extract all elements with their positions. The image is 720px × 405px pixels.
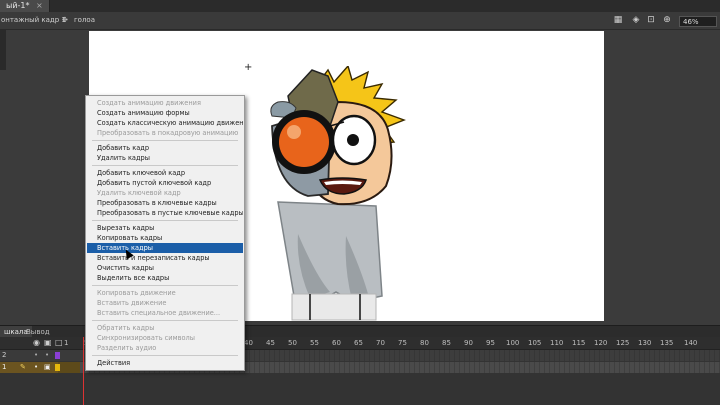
ruler-tick: 125 <box>616 339 630 347</box>
menu-item: Создать анимацию движения <box>97 99 201 107</box>
lock-icon[interactable]: ▣ <box>44 362 51 373</box>
menu-separator <box>92 140 238 141</box>
ruler-tick: 60 <box>332 339 341 347</box>
context-menu: Создать анимацию движения Создать анимац… <box>85 95 245 371</box>
menu-item[interactable]: Добавить ключевой кадр <box>87 168 243 178</box>
scene-breadcrumb[interactable]: онтажный кадр 1 <box>1 14 66 27</box>
ruler-tick: 55 <box>310 339 319 347</box>
dot-icon: • <box>45 351 50 359</box>
eye-icon[interactable]: ◉ <box>33 338 40 347</box>
menu-separator <box>92 285 238 286</box>
menu-item: Синхронизировать символы <box>97 334 195 342</box>
symbol-breadcrumb[interactable]: голоа <box>74 14 95 27</box>
menu-item-paste-frames[interactable]: Вставить кадры <box>87 243 243 253</box>
menu-item[interactable]: Добавить кадр <box>87 143 243 153</box>
symbol-icon: ✤ <box>62 16 68 24</box>
menu-item: Вставить движение <box>97 299 167 307</box>
layer-label[interactable]: 1 ✎ • ▣ <box>0 362 60 373</box>
character-illustration[interactable] <box>258 66 418 322</box>
tools-strip <box>0 30 6 70</box>
ruler-tick: 130 <box>638 339 652 347</box>
menu-item[interactable]: Создать анимацию формы <box>87 108 243 118</box>
menu-item[interactable]: Вставить и перезаписать кадры <box>87 253 243 263</box>
menu-separator <box>92 320 238 321</box>
ruler-tick: 100 <box>506 339 520 347</box>
document-tab[interactable]: ый-1* × <box>0 0 50 12</box>
menu-item[interactable]: Очистить кадры <box>87 263 243 273</box>
menu-item: Удалить ключевой кадр <box>97 189 181 197</box>
menu-item[interactable]: Удалить кадры <box>87 153 243 163</box>
center-stage-icon[interactable]: ⊕ <box>661 14 673 26</box>
menu-separator <box>92 165 238 166</box>
menu-item: Копировать движение <box>97 289 176 297</box>
layer-number: 1 <box>2 363 7 371</box>
ruler-tick: 75 <box>398 339 407 347</box>
menu-separator <box>92 220 238 221</box>
menu-item[interactable]: Преобразовать в пустые ключевые кадры <box>87 208 243 218</box>
layer-number: 2 <box>2 351 7 359</box>
ruler-tick: 1 <box>64 339 69 347</box>
dot-icon: • <box>34 351 39 359</box>
edit-scene-icon[interactable]: ▦ <box>612 14 624 26</box>
ruler-tick: 115 <box>572 339 586 347</box>
character-legs <box>291 293 377 321</box>
lock-icon[interactable]: ▣ <box>44 338 52 347</box>
registration-cross-icon: + <box>244 62 253 73</box>
layer-color-swatch[interactable] <box>55 352 60 359</box>
ruler-tick: 140 <box>684 339 698 347</box>
layer-color-swatch[interactable] <box>55 364 60 371</box>
edit-symbol-icon[interactable]: ◈ <box>630 14 642 26</box>
ruler-tick: 50 <box>288 339 297 347</box>
ruler-tick: 65 <box>354 339 363 347</box>
outline-icon[interactable]: □ <box>55 338 63 347</box>
menu-item: Разделить аудио <box>97 344 157 352</box>
pencil-icon: ✎ <box>20 363 26 371</box>
ruler-tick: 45 <box>266 339 275 347</box>
menu-item: Обратить кадры <box>97 324 155 332</box>
menu-item: Вставить специальное движение... <box>97 309 221 317</box>
ruler-tick: 40 <box>244 339 253 347</box>
ruler-tick: 80 <box>420 339 429 347</box>
zoom-field[interactable]: 46% <box>679 16 717 27</box>
menu-item: Преобразовать в покадровую анимацию <box>97 129 239 137</box>
character-cloak <box>277 201 383 303</box>
playhead[interactable] <box>83 337 84 405</box>
menu-item[interactable]: Вырезать кадры <box>87 223 243 233</box>
menu-item-actions[interactable]: Действия <box>87 358 243 368</box>
ruler-tick: 120 <box>594 339 608 347</box>
clip-stage-icon[interactable]: ⊡ <box>645 14 657 26</box>
menu-item[interactable]: Преобразовать в ключевые кадры <box>87 198 243 208</box>
ruler-tick: 95 <box>486 339 495 347</box>
ruler-tick: 85 <box>442 339 451 347</box>
document-tab-title: ый-1* <box>6 1 30 10</box>
ruler-tick: 90 <box>464 339 473 347</box>
menu-separator <box>92 355 238 356</box>
menu-item[interactable]: Выделить все кадры <box>87 273 243 283</box>
layer-label[interactable]: 2 • • <box>0 350 60 361</box>
menu-item[interactable]: Добавить пустой ключевой кадр <box>87 178 243 188</box>
ruler-tick: 110 <box>550 339 564 347</box>
menu-item[interactable]: Создать классическую анимацию движения <box>87 118 243 128</box>
close-icon[interactable]: × <box>36 1 43 10</box>
ruler-tick: 105 <box>528 339 542 347</box>
ruler-tick: 70 <box>376 339 385 347</box>
dot-icon: • <box>34 363 39 371</box>
menu-item[interactable]: Копировать кадры <box>87 233 243 243</box>
ruler-tick: 135 <box>660 339 674 347</box>
